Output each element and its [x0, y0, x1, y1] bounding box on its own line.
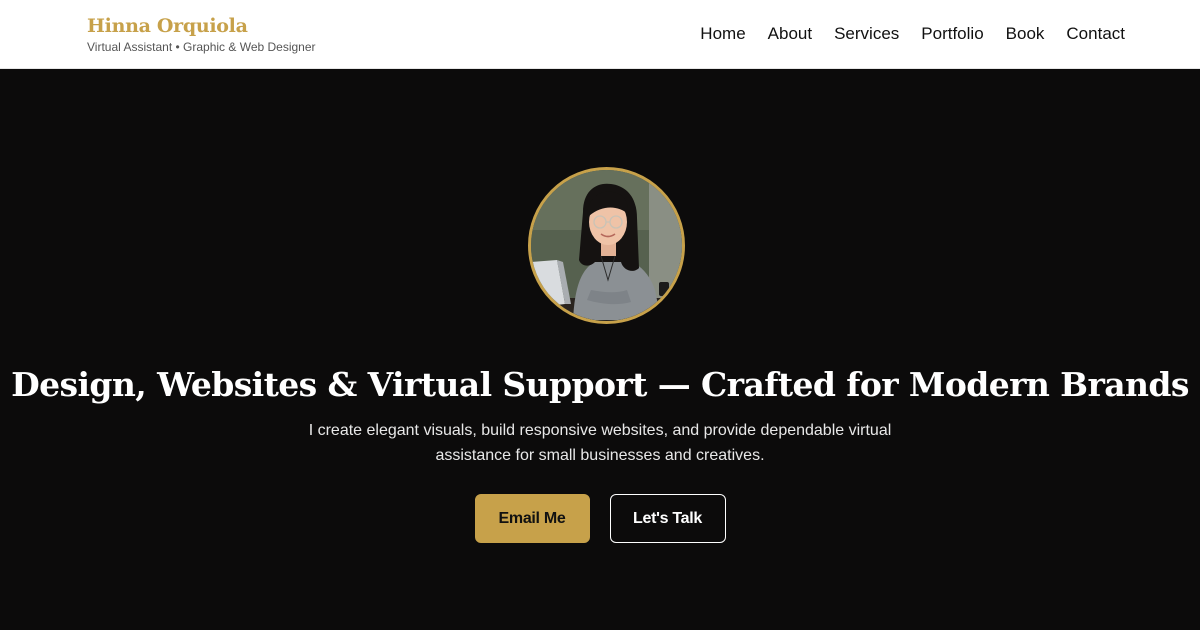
- nav-contact[interactable]: Contact: [1066, 23, 1125, 45]
- main-nav: Home About Services Portfolio Book Conta…: [700, 23, 1125, 45]
- brand-tagline: Virtual Assistant • Graphic & Web Design…: [87, 40, 316, 54]
- lets-talk-button[interactable]: Let's Talk: [609, 494, 726, 543]
- nav-book[interactable]: Book: [1006, 23, 1045, 45]
- hero-headline: Design, Websites & Virtual Support — Cra…: [11, 365, 1189, 404]
- nav-home[interactable]: Home: [700, 23, 745, 45]
- brand[interactable]: Hinna Orquiola Virtual Assistant • Graph…: [87, 14, 316, 55]
- hero-subtext: I create elegant visuals, build responsi…: [308, 422, 892, 464]
- nav-portfolio[interactable]: Portfolio: [921, 23, 983, 45]
- profile-photo: [531, 170, 682, 321]
- site-header: Hinna Orquiola Virtual Assistant • Graph…: [0, 0, 1200, 69]
- nav-about[interactable]: About: [768, 23, 812, 45]
- brand-name[interactable]: Hinna Orquiola: [87, 14, 316, 38]
- avatar: [528, 167, 685, 324]
- hero-actions: Email Me Let's Talk: [0, 494, 1200, 543]
- hero-section: Design, Websites & Virtual Support — Cra…: [0, 69, 1200, 630]
- email-me-button[interactable]: Email Me: [474, 494, 590, 543]
- nav-services[interactable]: Services: [834, 23, 899, 45]
